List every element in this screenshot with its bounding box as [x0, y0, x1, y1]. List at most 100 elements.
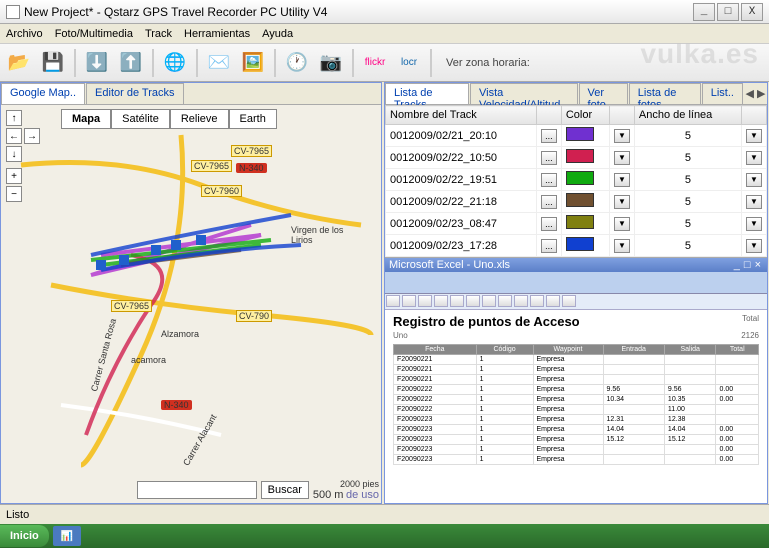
map-controls: ↑ ← → ↓ + − — [5, 109, 41, 203]
color-dropdown-icon[interactable]: ▼ — [614, 129, 630, 143]
width-dropdown-icon[interactable]: ▼ — [746, 217, 762, 231]
menu-track[interactable]: Track — [145, 28, 172, 40]
map-area[interactable]: ↑ ← → ↓ + − Mapa Satélite Relieve Earth — [1, 105, 381, 503]
table-row[interactable]: F200902231Empresa15.1215.120.00 — [394, 435, 759, 445]
table-row[interactable]: F200902231Empresa0.00 — [394, 455, 759, 465]
width-dropdown-icon[interactable]: ▼ — [746, 195, 762, 209]
table-row[interactable]: F200902211Empresa — [394, 355, 759, 365]
track-name-cell: 0012009/02/23_17:28 — [386, 235, 537, 257]
taskbar-item[interactable]: 📊 — [53, 526, 81, 546]
tool-open-icon[interactable]: 📂 — [4, 48, 34, 78]
table-row[interactable]: F200902221Empresa11.00 — [394, 405, 759, 415]
table-row[interactable]: F200902231Empresa12.3112.38 — [394, 415, 759, 425]
menu-archivo[interactable]: Archivo — [6, 28, 43, 40]
place-label: Alzamora — [161, 329, 199, 339]
tool-photo-icon[interactable]: 🖼️ — [238, 48, 268, 78]
track-name-cell: 0012009/02/22_19:51 — [386, 169, 537, 191]
tab-vista-velocidad[interactable]: Vista Velocidad/Altitud — [470, 83, 578, 104]
pan-down-icon[interactable]: ↓ — [6, 146, 22, 162]
tool-globe-icon[interactable]: 🌐 — [160, 48, 190, 78]
map-type-mapa[interactable]: Mapa — [61, 109, 111, 129]
table-row[interactable]: 0012009/02/22_10:50...▼5▼ — [386, 147, 767, 169]
menu-herramientas[interactable]: Herramientas — [184, 28, 250, 40]
width-dropdown-icon[interactable]: ▼ — [746, 151, 762, 165]
table-row[interactable]: F200902211Empresa — [394, 375, 759, 385]
table-row[interactable]: 0012009/02/22_21:18...▼5▼ — [386, 191, 767, 213]
tab-lista-fotos[interactable]: Lista de fotos — [629, 83, 701, 104]
tool-save-icon[interactable]: 💾 — [38, 48, 68, 78]
table-row[interactable]: F200902221Empresa9.569.560.00 — [394, 385, 759, 395]
color-dropdown-icon[interactable]: ▼ — [614, 217, 630, 231]
col-track-name[interactable]: Nombre del Track — [386, 106, 537, 125]
maximize-button[interactable]: □ — [717, 3, 739, 21]
col-width[interactable]: Ancho de línea — [634, 106, 741, 125]
tool-flickr-icon[interactable]: flickr — [360, 48, 390, 78]
track-options-button[interactable]: ... — [541, 151, 557, 165]
menu-foto[interactable]: Foto/Multimedia — [55, 28, 133, 40]
table-row[interactable]: F200902221Empresa10.3410.350.00 — [394, 395, 759, 405]
place-label: Virgen de los Lirios — [291, 225, 351, 245]
color-swatch[interactable] — [566, 171, 594, 185]
tab-scroll-right-icon[interactable]: ▶ — [755, 83, 767, 104]
excel-max-icon[interactable]: □ — [744, 259, 751, 271]
table-row[interactable]: F200902231Empresa0.00 — [394, 445, 759, 455]
track-options-button[interactable]: ... — [541, 239, 557, 253]
track-options-button[interactable]: ... — [541, 195, 557, 209]
tab-google-map[interactable]: Google Map.. — [1, 83, 85, 104]
zoom-in-icon[interactable]: + — [6, 168, 22, 184]
color-swatch[interactable] — [566, 193, 594, 207]
start-button[interactable]: Inicio — [0, 525, 49, 547]
pan-up-icon[interactable]: ↑ — [6, 110, 22, 126]
map-type-satelite[interactable]: Satélite — [111, 109, 170, 129]
width-dropdown-icon[interactable]: ▼ — [746, 129, 762, 143]
excel-min-icon[interactable]: _ — [734, 259, 740, 271]
tool-locr-icon[interactable]: locr — [394, 48, 424, 78]
tab-list-more[interactable]: List.. — [702, 83, 743, 104]
color-swatch[interactable] — [566, 237, 594, 251]
color-dropdown-icon[interactable]: ▼ — [614, 239, 630, 253]
track-options-button[interactable]: ... — [541, 217, 557, 231]
color-swatch[interactable] — [566, 127, 594, 141]
table-row[interactable]: F200902231Empresa14.0414.040.00 — [394, 425, 759, 435]
menu-ayuda[interactable]: Ayuda — [262, 28, 293, 40]
width-dropdown-icon[interactable]: ▼ — [746, 239, 762, 253]
color-swatch[interactable] — [566, 215, 594, 229]
map-search-input[interactable] — [137, 481, 257, 499]
table-row[interactable]: 0012009/02/21_20:10...▼5▼ — [386, 125, 767, 147]
tool-photo2-icon[interactable]: 📷 — [316, 48, 346, 78]
zoom-out-icon[interactable]: − — [6, 186, 22, 202]
tool-upload-icon[interactable]: ⬆️ — [116, 48, 146, 78]
table-row[interactable]: 0012009/02/22_19:51...▼5▼ — [386, 169, 767, 191]
track-options-button[interactable]: ... — [541, 129, 557, 143]
tool-clock-icon[interactable]: 🕐 — [282, 48, 312, 78]
color-dropdown-icon[interactable]: ▼ — [614, 195, 630, 209]
excel-close-icon[interactable]: × — [755, 259, 761, 271]
pan-left-icon[interactable]: ← — [6, 128, 22, 144]
tool-download-icon[interactable]: ⬇️ — [82, 48, 112, 78]
minimize-button[interactable]: _ — [693, 3, 715, 21]
tool-mail-icon[interactable]: ✉️ — [204, 48, 234, 78]
col-color[interactable]: Color — [561, 106, 609, 125]
excel-tool-icon[interactable] — [386, 295, 400, 307]
map-type-relieve[interactable]: Relieve — [170, 109, 229, 129]
close-button[interactable]: X — [741, 3, 763, 21]
table-row[interactable]: F200902211Empresa — [394, 365, 759, 375]
width-dropdown-icon[interactable]: ▼ — [746, 173, 762, 187]
map-search-button[interactable]: Buscar — [261, 481, 309, 499]
table-row[interactable]: 0012009/02/23_17:28...▼5▼ — [386, 235, 767, 257]
tab-scroll-left-icon[interactable]: ◀ — [744, 83, 756, 104]
color-dropdown-icon[interactable]: ▼ — [614, 151, 630, 165]
road-label: CV-7965 — [191, 160, 232, 172]
scale-feet: 2000 pies — [313, 479, 379, 489]
track-options-button[interactable]: ... — [541, 173, 557, 187]
map-type-earth[interactable]: Earth — [229, 109, 277, 129]
width-cell: 5 — [634, 213, 741, 235]
tab-lista-tracks[interactable]: Lista de Tracks.. — [385, 83, 469, 104]
color-swatch[interactable] — [566, 149, 594, 163]
color-dropdown-icon[interactable]: ▼ — [614, 173, 630, 187]
table-row[interactable]: 0012009/02/23_08:47...▼5▼ — [386, 213, 767, 235]
excel-toolbar — [385, 294, 767, 310]
tab-ver-foto[interactable]: Ver foto — [579, 83, 628, 104]
tab-editor-tracks[interactable]: Editor de Tracks — [86, 83, 183, 104]
pan-right-icon[interactable]: → — [24, 128, 40, 144]
